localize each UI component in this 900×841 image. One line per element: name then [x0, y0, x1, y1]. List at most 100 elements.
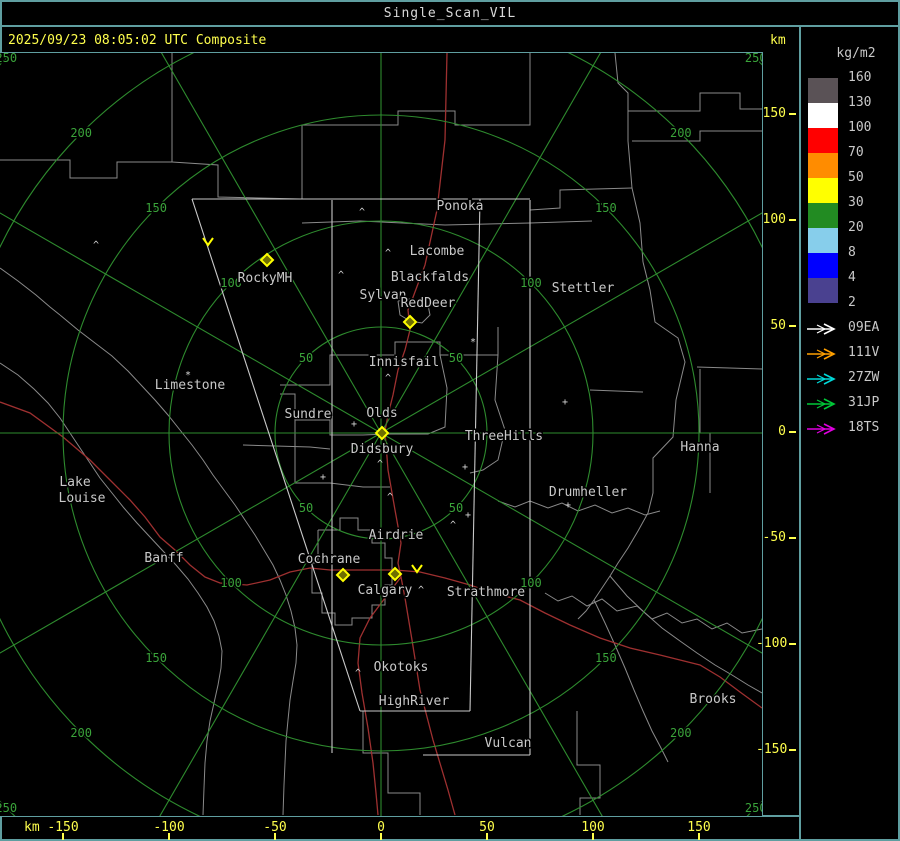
y-axis-tick-150 [789, 113, 796, 115]
range-ring-label-50: 50 [299, 351, 313, 365]
town-marker-3: ^ [385, 248, 391, 259]
legend-scale-value-160: 160 [848, 70, 872, 85]
city-label-louise: Louise [59, 491, 106, 506]
y-axis-tick--150 [789, 749, 796, 751]
radar-station-row-09ea [806, 321, 840, 335]
radar-station-id-27zw: 27ZW [848, 370, 880, 385]
legend-color-box-70 [808, 153, 838, 178]
legend-scale-value-4: 4 [848, 270, 856, 285]
x-axis-tick-50 [486, 833, 488, 840]
legend-scale-value-8: 8 [848, 245, 856, 260]
legend-color-box-30 [808, 203, 838, 228]
legend-color-box-8 [808, 253, 838, 278]
legend-scale-value-20: 20 [848, 220, 864, 235]
legend-panel-divider [799, 25, 801, 841]
county-boundary-line-26 [362, 711, 421, 815]
legend-scale-value-100: 100 [848, 120, 872, 135]
town-marker-14: + [562, 397, 568, 408]
city-label-sundre: Sundre [285, 407, 332, 422]
city-label-strathmore: Strathmore [447, 585, 525, 600]
radar-station-row-111v [806, 346, 840, 360]
scan-timestamp: 2025/09/23 08:05:02 UTC Composite [8, 33, 267, 48]
radar-station-id-09ea: 09EA [848, 320, 880, 335]
county-boundary-line-6 [628, 92, 762, 112]
radar-station-arrow-icon [807, 348, 836, 360]
legend-color-box-160 [808, 78, 838, 103]
town-marker-4: ^ [385, 373, 391, 384]
y-axis-tick-label-150: 150 [762, 106, 786, 121]
town-marker-15: + [565, 500, 571, 511]
radar-site-diamond-3 [335, 567, 351, 583]
county-boundary-line-0 [0, 159, 172, 179]
range-ring-label-200: 200 [70, 126, 92, 140]
city-label-lacombe: Lacombe [410, 244, 465, 259]
city-label-sylvan: Sylvan [360, 288, 407, 303]
county-boundary-line-5 [614, 53, 633, 189]
range-ring-label-200: 200 [70, 726, 92, 740]
radar-station-id-111v: 111V [848, 345, 880, 360]
legend-scale-value-70: 70 [848, 145, 864, 160]
range-ring-label-250: 250 [0, 53, 17, 65]
range-ring-label-250: 250 [745, 801, 762, 815]
range-ring-label-250: 250 [745, 53, 762, 65]
window-border-top [0, 0, 900, 2]
range-ring-label-50: 50 [449, 501, 463, 515]
county-boundary-line-29 [242, 444, 331, 450]
y-axis-tick-label--150: -150 [756, 742, 788, 757]
y-axis-tick-label-0: 0 [778, 424, 786, 439]
range-ring-label-50: 50 [299, 501, 313, 515]
radar-station-row-27zw [806, 371, 840, 385]
city-label-blackfalds: Blackfalds [391, 270, 469, 285]
town-marker-13: + [465, 510, 471, 521]
legend-scale-value-30: 30 [848, 195, 864, 210]
legend-color-box-50 [808, 178, 838, 203]
town-marker-1: ^ [338, 270, 344, 281]
legend-unit-label: kg/m2 [836, 46, 876, 61]
radar-station-arrow-icon [807, 398, 836, 410]
y-axis-tick-0 [789, 431, 796, 433]
range-ring-label-150: 150 [595, 201, 617, 215]
x-axis-tick--50 [274, 833, 276, 840]
city-label-brooks: Brooks [690, 692, 737, 707]
town-marker-0: ^ [93, 240, 99, 251]
city-label-airdrie: Airdrie [369, 528, 424, 543]
city-label-calgary: Calgary [358, 583, 413, 598]
city-label-ponoka: Ponoka [437, 199, 484, 214]
window-title: Single_Scan_VIL [383, 6, 517, 21]
y-axis-tick-label-100: 100 [762, 212, 786, 227]
legend-scale-value-130: 130 [848, 95, 872, 110]
city-label-innisfail: Innisfail [369, 355, 439, 370]
legend-color-box-130 [808, 103, 838, 128]
city-label-stettler: Stettler [552, 281, 615, 296]
city-label-hanna: Hanna [680, 440, 719, 455]
legend-color-box-100 [808, 128, 838, 153]
city-label-vulcan: Vulcan [485, 736, 532, 751]
town-marker-17: * [470, 337, 476, 348]
county-boundary-line-28 [699, 369, 711, 493]
county-boundary-line-15 [696, 366, 762, 370]
radar-station-row-18ts [806, 421, 840, 435]
county-boundary-line-27 [576, 711, 601, 815]
city-label-okotoks: Okotoks [374, 660, 429, 675]
radar-station-arrow-icon [807, 323, 836, 335]
legend-color-box-4 [808, 278, 838, 303]
x-axis-tick-100 [592, 833, 594, 840]
city-label-didsbury: Didsbury [351, 442, 414, 457]
range-ring-label-100: 100 [220, 576, 242, 590]
city-label-lake: Lake [59, 475, 90, 490]
range-ring-label-150: 150 [145, 201, 167, 215]
town-marker-9: ^ [418, 585, 424, 596]
range-ring-label-250: 250 [0, 801, 17, 815]
county-boundary-line-24 [0, 267, 61, 316]
x-axis-tick--100 [168, 833, 170, 840]
town-marker-8: ^ [355, 668, 361, 679]
legend-scale-value-50: 50 [848, 170, 864, 185]
y-axis-tick-50 [789, 325, 796, 327]
town-marker-2: ^ [359, 207, 365, 218]
legend-scale-value-2: 2 [848, 295, 856, 310]
range-ring-label-200: 200 [670, 726, 692, 740]
y-axis-tick-label--100: -100 [756, 636, 788, 651]
radar-site-diamond-2 [374, 425, 390, 441]
radar-station-id-31jp: 31JP [848, 395, 880, 410]
range-ring-label-150: 150 [145, 651, 167, 665]
